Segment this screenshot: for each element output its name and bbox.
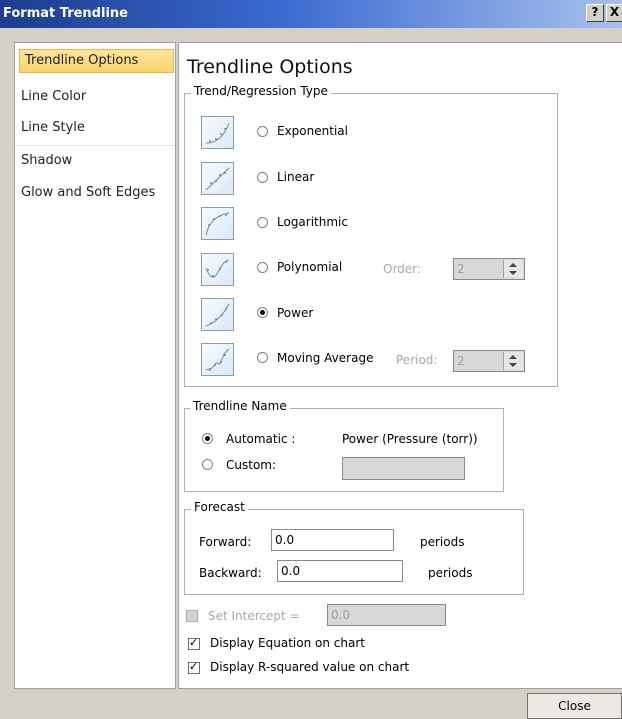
power-icon[interactable] [201, 298, 234, 331]
window-close-button[interactable]: X [606, 4, 622, 22]
set-intercept-label[interactable]: Set Intercept = [208, 609, 300, 623]
nav-item-glow-soft-edges[interactable]: Glow and Soft Edges [21, 182, 155, 204]
custom-name-input[interactable] [342, 457, 465, 480]
page-title: Trendline Options [187, 56, 353, 78]
nav-item-trendline-options[interactable]: Trendline Options [25, 50, 138, 72]
set-intercept-input[interactable]: 0.0 [327, 604, 446, 626]
category-list: Trendline Options Line Color Line Style … [14, 42, 176, 689]
exponential-label[interactable]: Exponential [277, 124, 348, 138]
order-label: Order: [383, 262, 421, 276]
order-spin-buttons[interactable] [503, 260, 523, 278]
linear-icon[interactable] [201, 162, 234, 195]
polynomial-label[interactable]: Polynomial [277, 260, 342, 274]
trendline-name-legend: Trendline Name [190, 399, 290, 413]
backward-label[interactable]: Backward: [199, 566, 262, 580]
automatic-name-value: Power (Pressure (torr)) [342, 432, 478, 446]
nav-item-line-color[interactable]: Line Color [21, 86, 86, 108]
spin-up-icon[interactable] [509, 263, 517, 267]
backward-input[interactable]: 0.0 [277, 560, 403, 582]
power-label[interactable]: Power [277, 306, 313, 320]
display-equation-label[interactable]: Display Equation on chart [210, 636, 365, 650]
period-value: 2 [457, 354, 465, 368]
spin-down-icon[interactable] [509, 271, 517, 275]
linear-label[interactable]: Linear [277, 170, 314, 184]
forward-input[interactable]: 0.0 [271, 529, 394, 551]
moving-average-radio[interactable] [257, 352, 268, 363]
nav-divider [15, 145, 175, 146]
period-spin-buttons[interactable] [503, 352, 523, 370]
exponential-icon[interactable] [201, 116, 234, 149]
forecast-group [184, 509, 524, 595]
set-intercept-checkbox[interactable] [186, 610, 198, 622]
custom-name-radio[interactable] [202, 459, 213, 470]
display-equation-checkbox[interactable] [188, 636, 200, 650]
window-title: Format Trendline [3, 6, 128, 21]
nav-item-shadow[interactable]: Shadow [21, 150, 72, 172]
period-label: Period: [396, 353, 438, 367]
order-value: 2 [457, 262, 465, 276]
power-radio[interactable] [257, 307, 268, 318]
logarithmic-radio[interactable] [257, 217, 268, 228]
linear-radio[interactable] [257, 172, 268, 183]
backward-unit: periods [428, 566, 473, 580]
automatic-name-radio[interactable] [202, 433, 213, 444]
period-spinner[interactable]: 2 [453, 350, 525, 372]
exponential-radio[interactable] [257, 126, 268, 137]
logarithmic-icon[interactable] [201, 207, 234, 240]
close-button[interactable]: Close [527, 693, 622, 719]
forward-label[interactable]: Forward: [199, 535, 251, 549]
moving-average-label[interactable]: Moving Average [277, 351, 373, 365]
trend-type-legend: Trend/Regression Type [191, 84, 331, 98]
spin-up-icon[interactable] [509, 355, 517, 359]
spin-down-icon[interactable] [509, 363, 517, 367]
display-rsquared-checkbox[interactable] [188, 660, 200, 674]
automatic-name-label[interactable]: Automatic : [226, 432, 295, 446]
title-bar[interactable]: Format Trendline ? X [0, 0, 622, 28]
polynomial-radio[interactable] [257, 262, 268, 273]
polynomial-icon[interactable] [201, 253, 234, 286]
logarithmic-label[interactable]: Logarithmic [277, 215, 348, 229]
custom-name-label[interactable]: Custom: [226, 458, 276, 472]
forward-unit: periods [420, 535, 465, 549]
order-spinner[interactable]: 2 [453, 258, 525, 280]
help-button[interactable]: ? [586, 4, 604, 22]
moving-average-icon[interactable] [201, 343, 234, 376]
nav-item-line-style[interactable]: Line Style [21, 117, 85, 139]
trend-type-group [184, 93, 558, 387]
display-rsquared-label[interactable]: Display R-squared value on chart [210, 660, 409, 674]
forecast-legend: Forecast [191, 500, 248, 514]
